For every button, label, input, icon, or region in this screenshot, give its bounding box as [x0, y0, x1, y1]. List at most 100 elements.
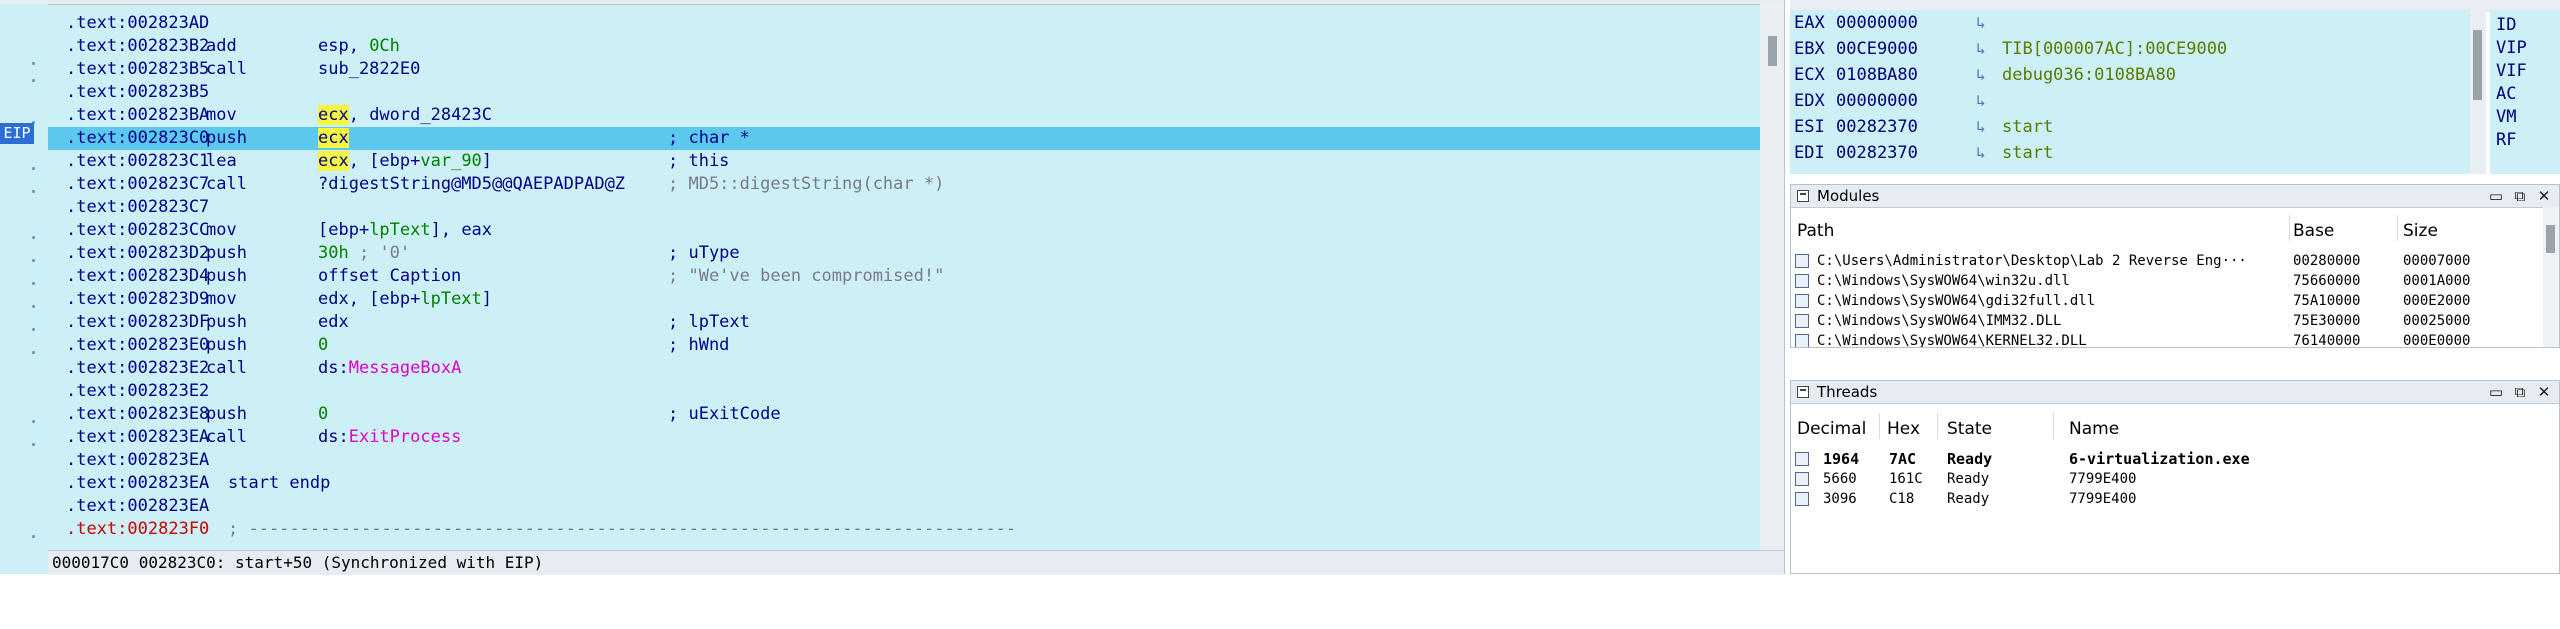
breakpoint-dot[interactable] — [32, 167, 35, 170]
module-row[interactable]: C:\Windows\SysWOW64\win32u.dll 75660000 … — [1795, 271, 2470, 291]
code-line[interactable]: .text:002823C7 — [48, 196, 1760, 219]
code-line[interactable]: .text:002823D4 push offset Caption ; "We… — [48, 265, 1760, 288]
flag-item[interactable]: RF — [2496, 129, 2516, 152]
import-name[interactable]: MessageBoxA — [349, 358, 462, 378]
thread-row[interactable]: 3096 C18 Ready 7799E400 — [1795, 489, 2535, 509]
close-icon[interactable]: ✕ — [2535, 187, 2553, 205]
breakpoint-dot[interactable] — [32, 190, 35, 193]
jump-arrow-icon[interactable]: ↳ — [1976, 36, 1986, 62]
line-address: .text:002823C7 — [66, 197, 210, 217]
module-row[interactable]: C:\Users\Administrator\Desktop\Lab 2 Rev… — [1795, 251, 2470, 271]
register-row[interactable]: EBX 00CE9000 ↳ TIB[000007AC]:00CE9000 — [1794, 36, 2227, 62]
scroll-thumb[interactable] — [1768, 36, 1777, 66]
code-line[interactable]: .text:002823E2 — [48, 380, 1760, 403]
jump-arrow-icon[interactable]: ↳ — [1976, 10, 1986, 36]
code-line[interactable]: .text:002823EA start endp — [48, 472, 1760, 495]
column-header-state[interactable]: State — [1947, 419, 1992, 439]
register-row[interactable]: EDI 00282370 ↳ start — [1794, 140, 2053, 166]
line-operands[interactable]: offset Caption — [318, 265, 461, 288]
column-header-name[interactable]: Name — [2069, 419, 2119, 439]
register-value[interactable]: 00282370 — [1836, 114, 1918, 140]
code-line[interactable]: .text:002823DF push edx ; lpText — [48, 311, 1760, 334]
registers-scrollbar[interactable] — [2470, 10, 2486, 174]
column-header-decimal[interactable]: Decimal — [1797, 419, 1866, 439]
breakpoint-dot[interactable] — [32, 236, 35, 239]
thread-row[interactable]: 1964 7AC Ready 6-virtualization.exe — [1795, 449, 2535, 469]
modules-scrollbar[interactable] — [2543, 207, 2559, 347]
column-header-path[interactable]: Path — [1797, 221, 1834, 241]
flag-item[interactable]: AC — [2496, 83, 2516, 106]
code-line[interactable]: .text:002823AD — [48, 12, 1760, 35]
code-line[interactable]: .text:002823EA — [48, 495, 1760, 518]
thread-name: 7799E400 — [2069, 471, 2137, 487]
close-icon[interactable]: ✕ — [2535, 383, 2553, 401]
jump-arrow-icon[interactable]: ↳ — [1976, 62, 1986, 88]
scroll-thumb[interactable] — [2546, 225, 2555, 253]
code-line[interactable]: .text:002823B5 — [48, 81, 1760, 104]
code-line[interactable]: .text:002823D9 mov edx, [ebp+lpText] — [48, 288, 1760, 311]
register-value[interactable]: 00000000 — [1836, 88, 1918, 114]
flag-item[interactable]: VIF — [2496, 60, 2527, 83]
minimize-icon[interactable]: ▭ — [2487, 383, 2505, 401]
jump-arrow-icon[interactable]: ↳ — [1976, 140, 1986, 166]
flag-item[interactable]: ID — [2496, 14, 2516, 37]
restore-icon[interactable]: ⧉ — [2511, 383, 2529, 401]
code-line[interactable]: .text:002823CC mov [ebp+lpText], eax — [48, 219, 1760, 242]
register-highlight[interactable]: ecx — [318, 128, 349, 148]
code-line[interactable]: .text:002823BA mov ecx, dword_28423C — [48, 104, 1760, 127]
register-row[interactable]: ESI 00282370 ↳ start — [1794, 114, 2053, 140]
column-header-hex[interactable]: Hex — [1887, 419, 1920, 439]
line-address: .text:002823BA — [66, 105, 210, 125]
column-header-size[interactable]: Size — [2403, 221, 2438, 241]
column-header-base[interactable]: Base — [2293, 221, 2334, 241]
code-line[interactable]: .text:002823E8 push 0 ; uExitCode — [48, 403, 1760, 426]
code-line[interactable]: .text:002823B2 add esp, 0Ch — [48, 35, 1760, 58]
breakpoint-dot[interactable] — [32, 305, 35, 308]
register-value[interactable]: 00CE9000 — [1836, 36, 1918, 62]
breakpoint-dot[interactable] — [32, 443, 35, 446]
register-highlight[interactable]: ecx — [318, 105, 349, 125]
code-line[interactable]: .text:002823E0 push 0 ; hWnd — [48, 334, 1760, 357]
code-line[interactable]: .text:002823C7 call ?digestString@MD5@@Q… — [48, 173, 1760, 196]
register-row[interactable]: EAX 00000000 ↳ — [1794, 10, 1986, 36]
register-value[interactable]: 00000000 — [1836, 10, 1918, 36]
breakpoint-dot[interactable] — [32, 328, 35, 331]
disassembly-scrollbar[interactable] — [1760, 4, 1784, 550]
register-row[interactable]: EDX 00000000 ↳ — [1794, 88, 1986, 114]
flag-item[interactable]: VM — [2496, 106, 2516, 129]
restore-icon[interactable]: ⧉ — [2511, 187, 2529, 205]
jump-arrow-icon[interactable]: ↳ — [1976, 88, 1986, 114]
breakpoint-dot[interactable] — [32, 259, 35, 262]
immediate-value: 30h — [318, 243, 349, 263]
code-line[interactable]: .text:002823C1 lea ecx, [ebp+var_90] ; t… — [48, 150, 1760, 173]
register-row[interactable]: ECX 0108BA80 ↳ debug036:0108BA80 — [1794, 62, 2176, 88]
code-line[interactable]: .text:002823EA — [48, 449, 1760, 472]
line-operands[interactable]: ?digestString@MD5@@QAEPADPAD@Z — [318, 173, 625, 196]
minimize-icon[interactable]: ▭ — [2487, 187, 2505, 205]
code-line[interactable]: .text:002823E2 call ds:MessageBoxA — [48, 357, 1760, 380]
code-line-current[interactable]: .text:002823C0 push ecx ; char * — [48, 127, 1760, 150]
code-line[interactable]: .text:002823B5 call sub_2822E0 — [48, 58, 1760, 81]
flag-item[interactable]: VIP — [2496, 37, 2527, 60]
module-row[interactable]: C:\Windows\SysWOW64\KERNEL32.DLL 7614000… — [1795, 331, 2470, 347]
register-highlight[interactable]: ecx — [318, 151, 349, 171]
register-value[interactable]: 0108BA80 — [1836, 62, 1918, 88]
breakpoint-dot[interactable] — [32, 420, 35, 423]
code-line[interactable]: .text:002823EA call ds:ExitProcess — [48, 426, 1760, 449]
import-name[interactable]: ExitProcess — [349, 427, 462, 447]
code-line[interactable]: .text:002823D2 push 30h ; '0' ; uType — [48, 242, 1760, 265]
code-line[interactable]: .text:002823F0 ; -----------------------… — [48, 518, 1760, 541]
disassembly-view[interactable]: EIP .text:002823AD .text:002823B2 add es… — [0, 0, 1785, 575]
module-row[interactable]: C:\Windows\SysWOW64\gdi32full.dll 75A100… — [1795, 291, 2470, 311]
jump-arrow-icon[interactable]: ↳ — [1976, 114, 1986, 140]
breakpoint-dot[interactable] — [32, 282, 35, 285]
breakpoint-dot[interactable] — [32, 351, 35, 354]
breakpoint-dot[interactable] — [32, 62, 35, 65]
module-row[interactable]: C:\Windows\SysWOW64\IMM32.DLL 75E30000 0… — [1795, 311, 2470, 331]
register-value[interactable]: 00282370 — [1836, 140, 1918, 166]
breakpoint-dot[interactable] — [32, 535, 35, 538]
thread-row[interactable]: 5660 161C Ready 7799E400 — [1795, 469, 2535, 489]
scroll-thumb[interactable] — [2473, 30, 2482, 100]
breakpoint-dot[interactable] — [32, 79, 35, 82]
line-operands[interactable]: sub_2822E0 — [318, 58, 420, 81]
